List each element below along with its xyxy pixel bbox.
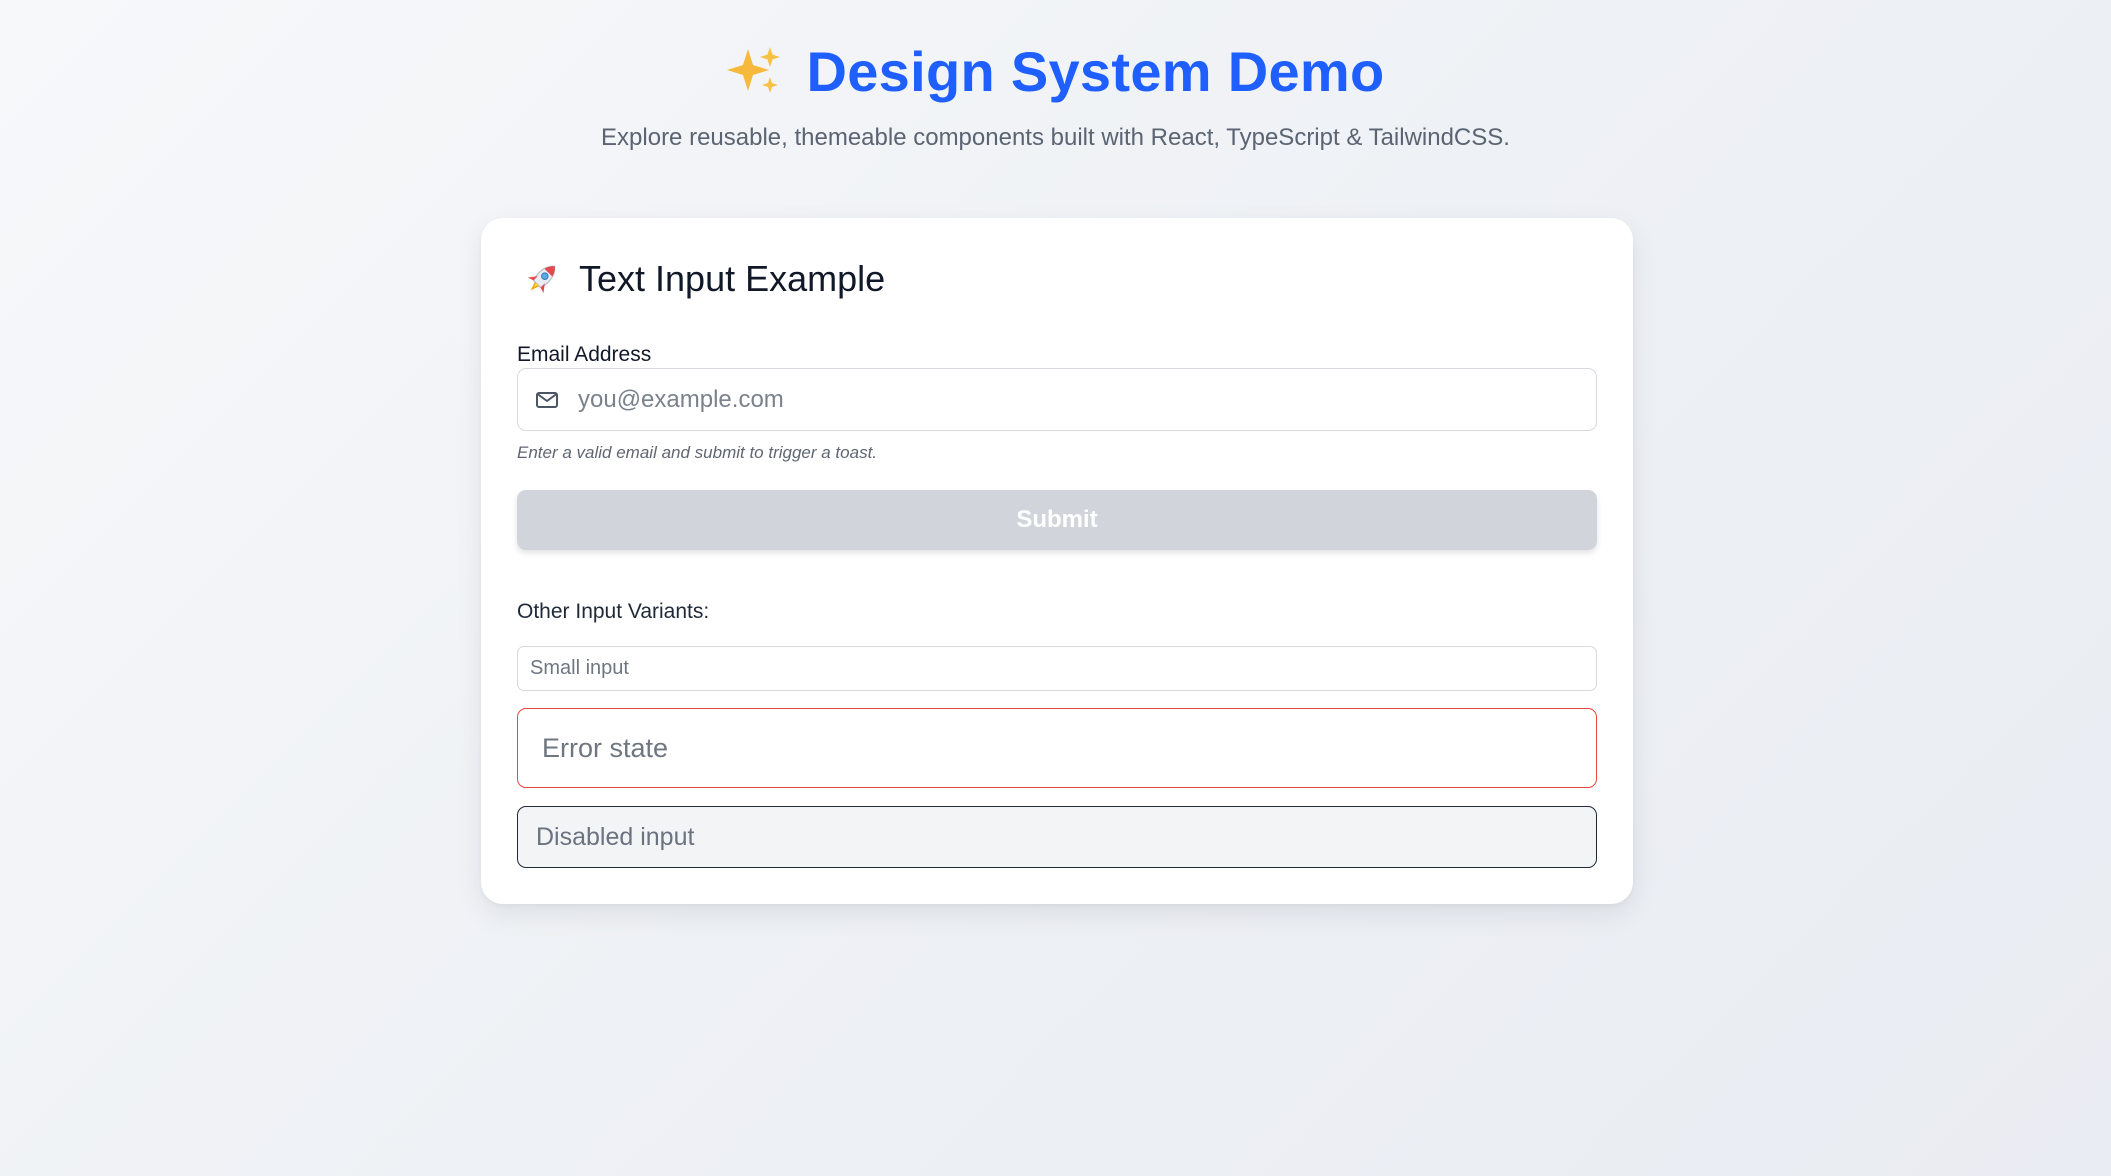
- error-input[interactable]: [517, 708, 1597, 788]
- page-subtitle: Explore reusable, themeable components b…: [601, 124, 1510, 151]
- email-label: Email Address: [517, 343, 652, 366]
- email-helper-text: Enter a valid email and submit to trigge…: [517, 443, 878, 462]
- page-header: Design System Demo Explore reusable, the…: [0, 36, 2111, 154]
- variants-label: Other Input Variants:: [517, 600, 710, 623]
- card-title: Text Input Example: [579, 258, 886, 299]
- sparkles-icon: [726, 43, 784, 101]
- page-title: Design System Demo: [806, 40, 1385, 103]
- small-input[interactable]: [517, 646, 1597, 691]
- rocket-icon: [521, 258, 563, 300]
- email-input-wrapper[interactable]: [517, 368, 1597, 431]
- disabled-input: [517, 806, 1597, 868]
- email-input[interactable]: [578, 385, 1578, 414]
- submit-button[interactable]: Submit: [517, 490, 1597, 550]
- mail-icon: [534, 387, 560, 413]
- card-header: Text Input Example: [521, 256, 885, 302]
- text-input-card: Text Input Example Email Address Enter a…: [481, 218, 1633, 904]
- title-row: Design System Demo: [726, 36, 1384, 108]
